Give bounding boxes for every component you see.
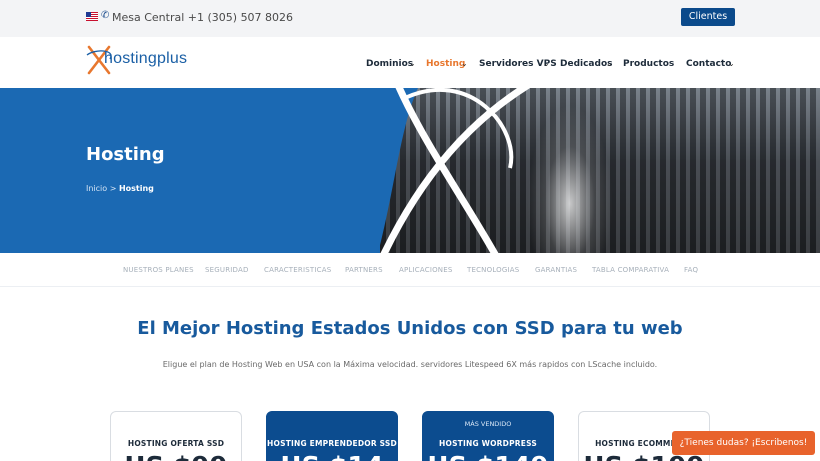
logo-text: hostingplus: [104, 50, 188, 67]
phone-icon: ✆: [101, 10, 110, 21]
subnav-tecnologias[interactable]: TECNOLOGIAS: [467, 266, 519, 274]
subnav-faq[interactable]: FAQ: [684, 266, 698, 274]
chevron-down-icon: ⌄: [606, 59, 613, 68]
plan-name: HOSTING OFERTA SSD: [127, 439, 225, 448]
plan-price: US $99: [111, 452, 241, 461]
subnav-aplicaciones[interactable]: APLICACIONES: [399, 266, 453, 274]
plan-price: US $149: [423, 452, 553, 461]
hero-banner: [0, 88, 820, 253]
nav-productos[interactable]: Productos: [623, 59, 674, 69]
best-seller-badge: MÁS VENDIDO: [464, 420, 512, 428]
section-subheading: Eligue el plan de Hosting Web en USA con…: [162, 360, 658, 369]
chat-button[interactable]: ¿Tienes dudas? ¡Escribenos!: [672, 431, 815, 455]
us-flag-icon[interactable]: [86, 12, 98, 21]
clients-button[interactable]: Clientes: [681, 8, 735, 26]
plan-price: US $14: [267, 452, 397, 461]
chevron-down-icon: ⌄: [543, 59, 550, 68]
plan-name: HOSTING EMPRENDEDOR SSD: [267, 439, 397, 448]
breadcrumb-home[interactable]: Inicio: [86, 184, 107, 193]
subnav-caracteristicas[interactable]: CARACTERISTICAS: [264, 266, 331, 274]
logo[interactable]: hostingplus: [86, 43, 206, 77]
plan-name: HOSTING WORDPRESS: [439, 439, 537, 448]
phone-number[interactable]: Mesa Central +1 (305) 507 8026: [112, 11, 293, 24]
nav-contacto[interactable]: Contacto: [686, 59, 731, 69]
chevron-down-icon: ⌄: [461, 59, 468, 68]
plan-card-emprendedor-ssd[interactable]: HOSTING EMPRENDEDOR SSD US $14: [266, 411, 398, 461]
subnav-tabla-comparativa[interactable]: TABLA COMPARATIVA: [592, 266, 669, 274]
chevron-down-icon: ⌄: [728, 59, 735, 68]
breadcrumb-current: Hosting: [118, 184, 154, 193]
chevron-down-icon: ⌄: [409, 59, 416, 68]
plan-card-oferta-ssd[interactable]: HOSTING OFERTA SSD US $99: [110, 411, 242, 461]
breadcrumb: Inicio > Hosting: [86, 184, 154, 193]
nav-dominios[interactable]: Dominios: [366, 59, 413, 69]
nav-hosting[interactable]: Hosting: [426, 59, 465, 69]
nav-dedicados[interactable]: Dedicados: [560, 59, 613, 69]
subnav-nuestros-planes[interactable]: NUESTROS PLANES: [123, 266, 194, 274]
breadcrumb-separator: >: [109, 184, 117, 193]
subnav-seguridad[interactable]: SEGURIDAD: [205, 266, 249, 274]
subnav-partners[interactable]: PARTNERS: [345, 266, 383, 274]
plan-card-wordpress[interactable]: MÁS VENDIDO HOSTING WORDPRESS US $149: [422, 411, 554, 461]
subnav-garantias[interactable]: GARANTIAS: [535, 266, 577, 274]
hero-overlay-shape: [0, 88, 531, 253]
section-heading: El Mejor Hosting Estados Unidos con SSD …: [137, 318, 683, 339]
page-title: Hosting: [86, 144, 165, 165]
